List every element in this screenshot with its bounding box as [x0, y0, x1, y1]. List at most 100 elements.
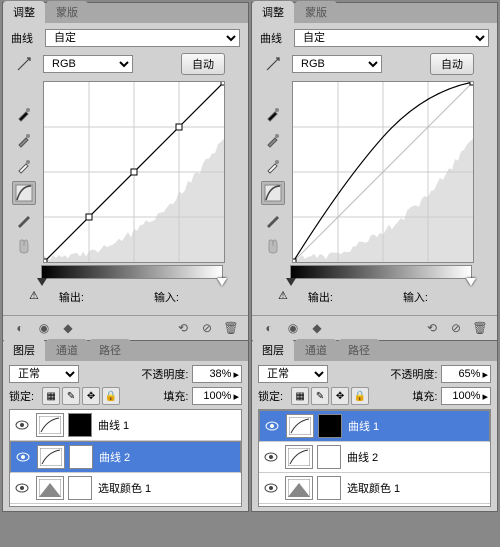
fill-input[interactable]: ▸	[441, 387, 491, 405]
tab-paths[interactable]: 路径	[89, 339, 131, 361]
tab-channels[interactable]: 通道	[46, 339, 88, 361]
delete-icon[interactable]: 🗑	[222, 320, 240, 336]
curve-tool-icon[interactable]	[12, 181, 36, 205]
reset-icon[interactable]: ⊘	[198, 320, 216, 336]
curve-tool-icon[interactable]	[261, 181, 285, 205]
visibility-icon[interactable]	[264, 418, 280, 434]
prev-icon[interactable]: ⟲	[423, 320, 441, 336]
eyedropper-gray-icon[interactable]	[13, 129, 35, 151]
auto-button[interactable]: 自动	[181, 53, 225, 75]
view-icon[interactable]: ◉	[35, 320, 53, 336]
layer-mask[interactable]	[317, 445, 341, 469]
lock-all-icon[interactable]: 🔒	[351, 387, 369, 405]
white-point-slider[interactable]	[466, 278, 476, 286]
tab-adjustments[interactable]: 调整	[3, 1, 45, 23]
layer-list: 曲线 1 曲线 2 选取颜色 1	[258, 409, 491, 507]
layer-row[interactable]: 曲线 1	[259, 410, 490, 442]
layer-name[interactable]: 选取颜色 1	[98, 480, 151, 496]
opacity-input[interactable]: ▸	[192, 365, 242, 383]
auto-button[interactable]: 自动	[430, 53, 474, 75]
lock-pixels-icon[interactable]: ✎	[311, 387, 329, 405]
eyedropper-gray-icon[interactable]	[262, 129, 284, 151]
target-adjust-icon[interactable]	[262, 53, 284, 75]
lock-label: 锁定:	[258, 388, 283, 404]
eyedropper-black-icon[interactable]	[13, 103, 35, 125]
lock-pixels-icon[interactable]: ✎	[62, 387, 80, 405]
black-point-slider[interactable]	[286, 278, 296, 286]
tab-masks[interactable]: 蒙版	[46, 1, 88, 23]
layer-name[interactable]: 曲线 2	[99, 449, 130, 465]
white-point-slider[interactable]	[217, 278, 227, 286]
layer-row[interactable]: 曲线 2	[10, 441, 241, 473]
hand-tool-icon[interactable]	[13, 235, 35, 257]
layer-name[interactable]: 曲线 2	[347, 449, 378, 465]
toggle-icon[interactable]: ◐	[260, 320, 278, 336]
layer-name[interactable]: 曲线 1	[98, 417, 129, 433]
input-gradient[interactable]	[41, 265, 223, 279]
tab-layers[interactable]: 图层	[3, 339, 45, 361]
curve-graph[interactable]	[43, 81, 225, 263]
blend-mode-select[interactable]: 正常	[9, 365, 79, 383]
layer-mask[interactable]	[318, 414, 342, 438]
channel-select[interactable]: RGB	[292, 55, 382, 73]
opacity-input[interactable]: ▸	[441, 365, 491, 383]
pencil-tool-icon[interactable]	[13, 209, 35, 231]
layer-mask[interactable]	[68, 476, 92, 500]
adjustment-footer: ◐ ◉ ◆ ⟲ ⊘ 🗑	[252, 315, 497, 340]
lock-position-icon[interactable]: ✥	[82, 387, 100, 405]
blend-mode-select[interactable]: 正常	[258, 365, 328, 383]
layer-list: 曲线 1 曲线 2 选取颜色 1	[9, 409, 242, 507]
lock-all-icon[interactable]: 🔒	[102, 387, 120, 405]
visibility-icon[interactable]	[14, 480, 30, 496]
layer-thumb	[286, 414, 314, 438]
delete-icon[interactable]: 🗑	[471, 320, 489, 336]
layer-mask[interactable]	[68, 413, 92, 437]
clip-icon[interactable]: ◆	[59, 320, 77, 336]
layer-row[interactable]: 曲线 1	[10, 410, 241, 441]
eyedropper-black-icon[interactable]	[262, 103, 284, 125]
black-point-slider[interactable]	[37, 278, 47, 286]
toggle-icon[interactable]: ◐	[11, 320, 29, 336]
view-icon[interactable]: ◉	[284, 320, 302, 336]
tab-adjustments[interactable]: 调整	[252, 1, 294, 23]
layer-mask[interactable]	[317, 476, 341, 500]
layer-row[interactable]: 选取颜色 1	[10, 473, 241, 504]
visibility-icon[interactable]	[263, 449, 279, 465]
hand-tool-icon[interactable]	[262, 235, 284, 257]
curve-tools	[260, 53, 286, 263]
lock-transparency-icon[interactable]: ▦	[291, 387, 309, 405]
clip-icon[interactable]: ◆	[308, 320, 326, 336]
channel-select[interactable]: RGB	[43, 55, 133, 73]
input-label: 输入:	[403, 289, 428, 305]
layer-name[interactable]: 选取颜色 1	[347, 480, 400, 496]
fill-input[interactable]: ▸	[192, 387, 242, 405]
tab-paths[interactable]: 路径	[338, 339, 380, 361]
visibility-icon[interactable]	[14, 417, 30, 433]
layer-row[interactable]: 选取颜色 1	[259, 473, 490, 504]
input-label: 输入:	[154, 289, 179, 305]
visibility-icon[interactable]	[15, 449, 31, 465]
reset-icon[interactable]: ⊘	[447, 320, 465, 336]
tab-masks[interactable]: 蒙版	[295, 1, 337, 23]
layer-name[interactable]: 曲线 1	[348, 418, 379, 434]
eyedropper-white-icon[interactable]	[13, 155, 35, 177]
curve-tools	[11, 53, 37, 263]
fill-label: 填充:	[163, 388, 188, 404]
input-gradient[interactable]	[290, 265, 472, 279]
prev-icon[interactable]: ⟲	[174, 320, 192, 336]
target-adjust-icon[interactable]	[13, 53, 35, 75]
tab-layers[interactable]: 图层	[252, 339, 294, 361]
pencil-tool-icon[interactable]	[262, 209, 284, 231]
adjustment-type-label: 曲线	[260, 30, 288, 46]
layer-row[interactable]: 曲线 2	[259, 442, 490, 473]
preset-select[interactable]: 自定	[45, 29, 240, 47]
lock-position-icon[interactable]: ✥	[331, 387, 349, 405]
lock-transparency-icon[interactable]: ▦	[42, 387, 60, 405]
eyedropper-white-icon[interactable]	[262, 155, 284, 177]
curve-graph[interactable]	[292, 81, 474, 263]
adjustment-type-label: 曲线	[11, 30, 39, 46]
layer-mask[interactable]	[69, 445, 93, 469]
preset-select[interactable]: 自定	[294, 29, 489, 47]
tab-channels[interactable]: 通道	[295, 339, 337, 361]
visibility-icon[interactable]	[263, 480, 279, 496]
